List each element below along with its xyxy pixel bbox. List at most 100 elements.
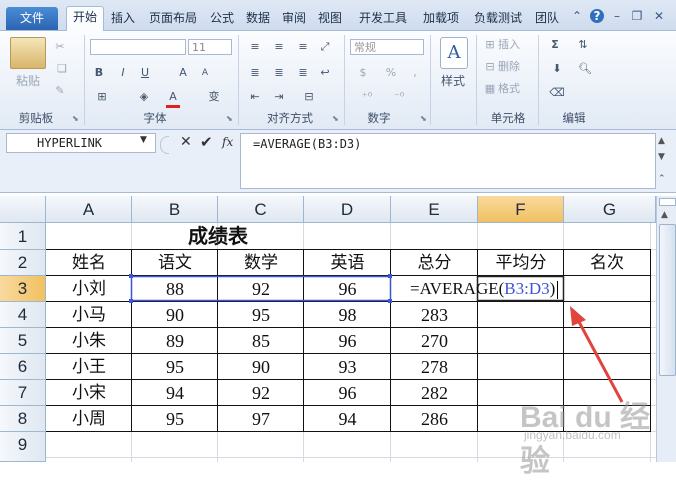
scroll-up-icon[interactable]: ▲ [661, 210, 668, 220]
find-select-icon[interactable]: 🔍︎ [576, 61, 594, 77]
tab-formulas[interactable]: 公式 [206, 8, 238, 30]
insert-cells-icon[interactable]: ⊞ [482, 37, 498, 53]
fill-icon[interactable]: ⬇ [548, 61, 566, 77]
window-close-icon[interactable]: ✕ [652, 9, 666, 23]
row-header-5[interactable]: 5 [0, 328, 46, 354]
column-header-f[interactable]: F [478, 196, 564, 223]
tab-home[interactable]: 开始 [66, 6, 104, 31]
data-cell[interactable]: 88 [132, 276, 218, 302]
font-size-select[interactable]: 11 [188, 39, 232, 55]
align-top-icon[interactable]: ≡ [246, 39, 264, 55]
underline-button[interactable]: U [138, 65, 152, 81]
data-cell[interactable]: 小宋 [46, 380, 132, 406]
name-box[interactable]: HYPERLINK [6, 133, 156, 153]
tab-addins[interactable]: 加载项 [418, 8, 464, 30]
split-box-icon[interactable] [659, 198, 676, 206]
select-all-corner[interactable] [0, 196, 46, 223]
data-cell[interactable]: 90 [132, 302, 218, 328]
orientation-icon[interactable]: ⤢ [316, 39, 334, 55]
row-header-6[interactable]: 6 [0, 354, 46, 380]
data-cell[interactable]: 96 [304, 380, 391, 406]
format-cells-button[interactable]: 格式 [498, 81, 528, 97]
row-header-1[interactable]: 1 [0, 223, 46, 250]
data-cell[interactable]: 95 [218, 302, 304, 328]
cut-icon[interactable]: ✂ [52, 39, 68, 55]
tab-review[interactable]: 审阅 [278, 8, 310, 30]
decrease-decimal-icon[interactable]: ⁻⁰ [388, 89, 410, 105]
data-cell[interactable]: 97 [218, 406, 304, 432]
data-cell[interactable]: 95 [132, 406, 218, 432]
tab-file[interactable]: 文件 [6, 7, 58, 30]
align-middle-icon[interactable]: ≡ [270, 39, 288, 55]
data-cell[interactable]: 278 [391, 354, 478, 380]
align-left-icon[interactable]: ≣ [246, 65, 264, 81]
column-header-d[interactable]: D [304, 196, 391, 223]
copy-icon[interactable]: ❏ [52, 61, 72, 77]
header-cell-english[interactable]: 英语 [304, 250, 391, 276]
align-center-icon[interactable]: ≣ [270, 65, 288, 81]
minimize-ribbon-icon[interactable]: ⌃ [570, 9, 584, 23]
tab-team[interactable]: 团队 [532, 8, 562, 30]
data-cell[interactable]: 小周 [46, 406, 132, 432]
tab-data[interactable]: 数据 [242, 8, 274, 30]
data-cell[interactable]: 93 [304, 354, 391, 380]
editing-formula-cell[interactable]: =AVERAGE(B3:D3) [410, 276, 600, 302]
header-cell-rank[interactable]: 名次 [564, 250, 650, 276]
data-cell[interactable]: 283 [391, 302, 478, 328]
borders-icon[interactable]: ⊞ [94, 89, 110, 105]
sort-filter-icon[interactable]: ⇅ [574, 37, 592, 53]
data-cell[interactable]: 270 [391, 328, 478, 354]
bold-button[interactable]: B [92, 65, 106, 81]
format-painter-icon[interactable]: ✎ [52, 83, 68, 99]
confirm-formula-icon[interactable]: ✔ [200, 133, 213, 151]
delete-cells-icon[interactable]: ⊟ [482, 59, 498, 75]
data-cell[interactable]: 282 [391, 380, 478, 406]
insert-function-icon[interactable]: fx [222, 135, 233, 149]
decrease-indent-icon[interactable]: ⇤ [246, 89, 264, 105]
data-cell[interactable]: 95 [132, 354, 218, 380]
data-cell[interactable]: 小马 [46, 302, 132, 328]
phonetic-button[interactable]: 变 [206, 89, 222, 105]
shrink-font-button[interactable]: A [198, 65, 212, 81]
format-cells-icon[interactable]: ▦ [482, 81, 498, 97]
tab-developer[interactable]: 开发工具 [352, 8, 414, 30]
scroll-thumb[interactable] [659, 224, 676, 376]
formula-expand-icon[interactable]: ⌃ [658, 174, 666, 184]
data-cell[interactable]: 小朱 [46, 328, 132, 354]
number-launcher-icon[interactable]: ⬊ [420, 114, 427, 123]
header-cell-average[interactable]: 平均分 [478, 250, 564, 276]
font-name-select[interactable] [90, 39, 186, 55]
autosum-button[interactable]: Σ [548, 37, 562, 53]
number-format-select[interactable]: 常规 [350, 39, 424, 55]
row-header-3[interactable]: 3 [0, 276, 46, 302]
header-cell-chinese[interactable]: 语文 [132, 250, 218, 276]
increase-indent-icon[interactable]: ⇥ [270, 89, 288, 105]
data-cell[interactable]: 92 [218, 276, 304, 302]
align-right-icon[interactable]: ≣ [294, 65, 312, 81]
header-cell-name[interactable]: 姓名 [46, 250, 132, 276]
formula-input[interactable]: =AVERAGE(B3:D3) [240, 133, 656, 189]
window-restore-icon[interactable]: ❐ [630, 9, 644, 23]
data-cell[interactable]: 89 [132, 328, 218, 354]
clear-icon[interactable]: ⌫ [548, 85, 566, 101]
data-cell[interactable]: 小刘 [46, 276, 132, 302]
align-bottom-icon[interactable]: ≡ [294, 39, 312, 55]
font-launcher-icon[interactable]: ⬊ [226, 114, 233, 123]
column-header-b[interactable]: B [132, 196, 218, 223]
styles-button[interactable]: 样式 [434, 73, 472, 89]
paste-icon[interactable] [10, 37, 46, 69]
cancel-formula-icon[interactable]: ✕ [180, 134, 192, 150]
header-cell-total[interactable]: 总分 [391, 250, 478, 276]
delete-cells-button[interactable]: 删除 [498, 59, 528, 75]
tab-view[interactable]: 视图 [314, 8, 346, 30]
styles-icon[interactable]: A [440, 37, 468, 69]
row-header-9[interactable]: 9 [0, 432, 46, 462]
name-box-dropdown-icon[interactable]: ▼ [140, 135, 147, 145]
column-header-c[interactable]: C [218, 196, 304, 223]
help-icon[interactable]: ? [590, 9, 604, 23]
data-cell[interactable]: 小王 [46, 354, 132, 380]
fill-color-icon[interactable]: ◈ [136, 89, 152, 105]
column-header-e[interactable]: E [391, 196, 478, 223]
insert-cells-button[interactable]: 插入 [498, 37, 528, 53]
percent-button[interactable]: % [384, 65, 398, 81]
